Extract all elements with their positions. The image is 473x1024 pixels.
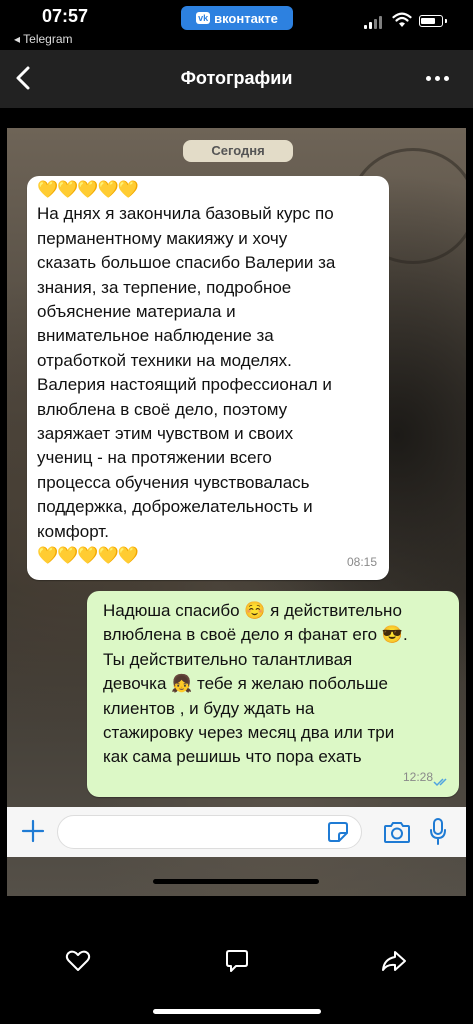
outgoing-message-bubble: Надюша спасибо ☺️ я действительно влюбле… bbox=[87, 591, 459, 797]
date-chip: Сегодня bbox=[183, 140, 293, 162]
message-line: стажировку через месяц два или три bbox=[103, 723, 395, 743]
message-line: поддержка, доброжелательность и bbox=[37, 497, 313, 517]
message-line: отработкой техники на моделях. bbox=[37, 350, 292, 370]
message-line: учениц - на протяжении всего bbox=[37, 448, 272, 468]
message-line: заряжает этим чувством и своих bbox=[37, 424, 294, 444]
message-line: Ты действительно талантливая bbox=[103, 649, 353, 669]
vk-app-badge[interactable]: vk вконтакте bbox=[181, 6, 293, 30]
photo-actions-toolbar bbox=[0, 930, 473, 990]
message-line: как сама решишь что пора ехать bbox=[103, 747, 362, 767]
home-indicator bbox=[153, 879, 319, 884]
message-line: Валерия настоящий профессионал и bbox=[37, 375, 332, 395]
message-line: влюблена в своё дело я фанат его 😎. bbox=[103, 625, 408, 645]
plus-icon[interactable] bbox=[21, 819, 45, 843]
yellow-hearts-emoji: 💛💛💛💛💛 bbox=[37, 546, 139, 566]
double-check-icon bbox=[433, 778, 447, 787]
clock: 07:57 bbox=[42, 6, 89, 26]
sticker-icon[interactable] bbox=[327, 821, 349, 843]
heart-icon[interactable] bbox=[63, 946, 93, 976]
message-line: клиентов , и буду ждать на bbox=[103, 698, 315, 718]
message-time: 08:15 bbox=[346, 554, 377, 569]
message-line: знания, за терпение, подробное bbox=[37, 277, 292, 297]
message-line: сказать большое спасибо Валерии за bbox=[37, 253, 336, 273]
system-home-indicator bbox=[153, 1009, 321, 1014]
message-line: комфорт. bbox=[37, 521, 109, 541]
message-line: объяснение материала и bbox=[37, 302, 236, 322]
message-line: Надюша спасибо ☺️ я действительно bbox=[103, 601, 402, 620]
back-to-app-link[interactable]: ◂ Telegram bbox=[14, 32, 73, 46]
message-line: влюблена в своё дело, поэтому bbox=[37, 399, 288, 419]
vk-logo-icon: vk bbox=[196, 12, 211, 24]
battery-level bbox=[421, 18, 435, 24]
incoming-message-bubble: 💛💛💛💛💛 На днях я закончила базовый курс п… bbox=[27, 176, 389, 580]
microphone-icon[interactable] bbox=[428, 817, 448, 847]
message-line: На днях я закончила базовый курс по bbox=[37, 204, 334, 224]
share-icon[interactable] bbox=[379, 946, 409, 976]
nav-bar: Фотографии bbox=[0, 50, 473, 108]
message-line: процесса обучения чувствовалась bbox=[37, 472, 310, 492]
message-line: девочка 👧 тебе я желаю побольше bbox=[103, 674, 388, 694]
wifi-icon bbox=[392, 12, 412, 27]
message-line: внимательное наблюдение за bbox=[37, 326, 274, 346]
battery-cap bbox=[445, 19, 447, 23]
more-horizontal-icon[interactable] bbox=[426, 72, 450, 84]
status-bar: 07:57 ◂ Telegram vk вконтакте bbox=[0, 0, 473, 50]
message-time: 12:28 bbox=[402, 769, 433, 784]
message-line: перманентному макияжу и хочу bbox=[37, 228, 288, 248]
yellow-hearts-emoji: 💛💛💛💛💛 bbox=[37, 180, 139, 199]
photo-viewer[interactable]: Сегодня 💛💛💛💛💛 На днях я закончила базовы… bbox=[7, 128, 466, 896]
comment-icon[interactable] bbox=[222, 946, 252, 976]
message-input-bar bbox=[7, 807, 466, 857]
message-text-field[interactable] bbox=[57, 815, 362, 849]
page-title: Фотографии bbox=[180, 68, 293, 88]
vk-label: вконтакте bbox=[214, 10, 278, 26]
camera-icon[interactable] bbox=[383, 819, 411, 845]
cellular-signal-icon bbox=[364, 16, 382, 29]
